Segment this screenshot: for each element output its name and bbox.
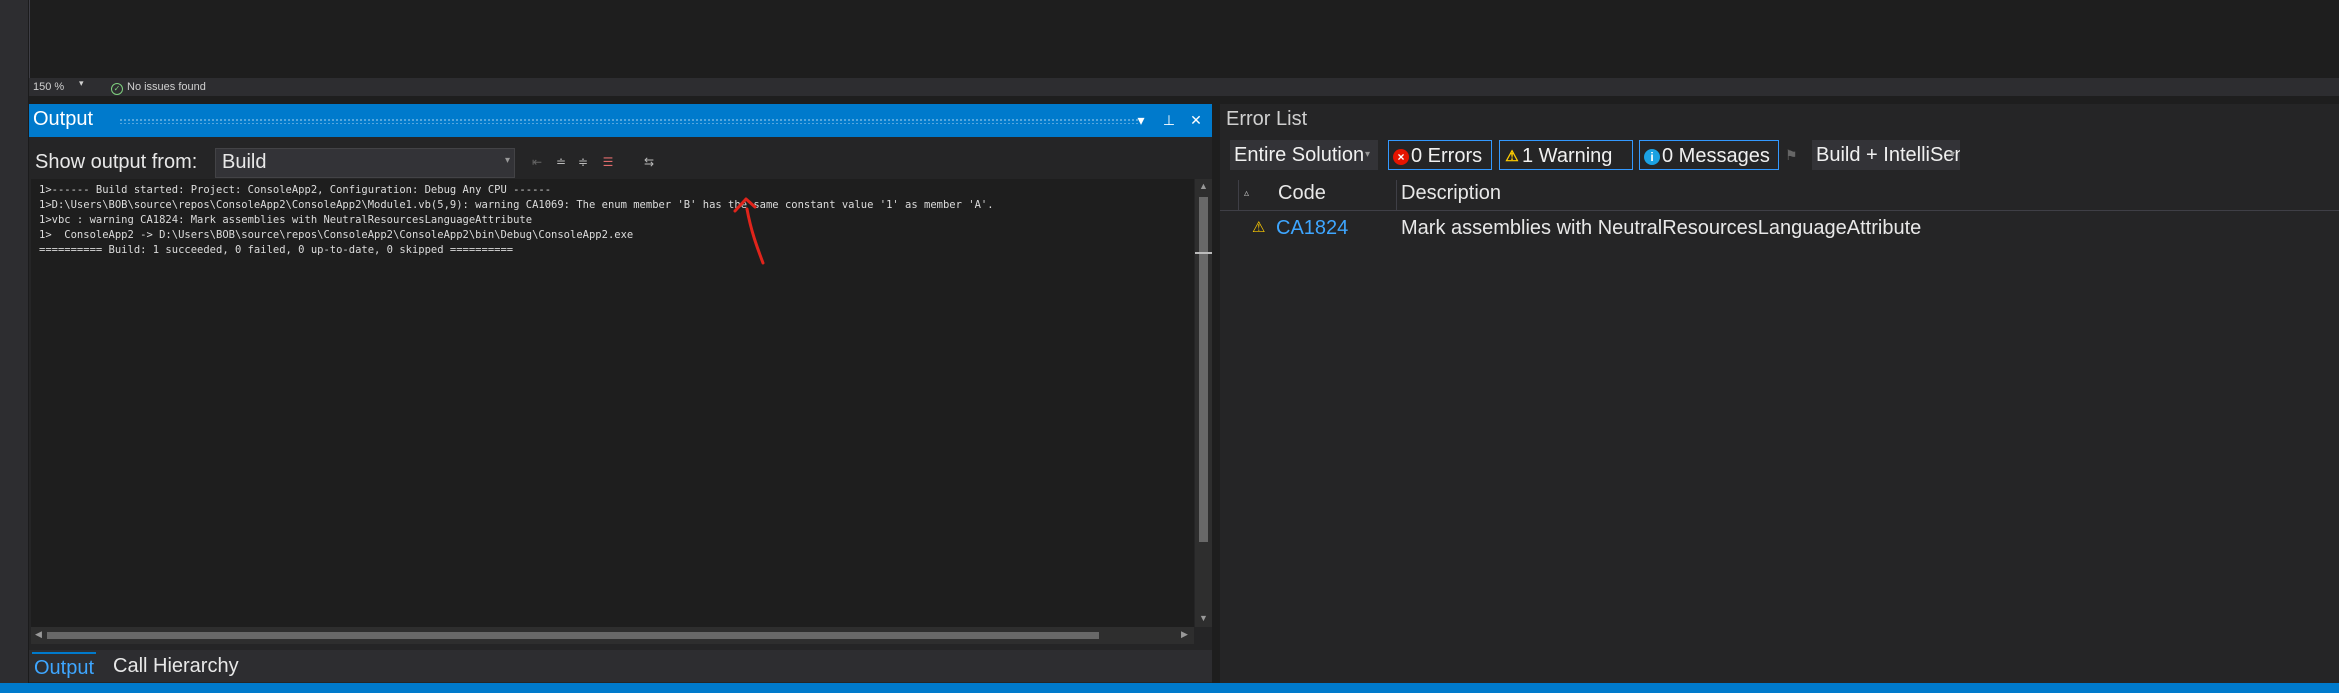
- editor-status-bar: 150 % ▾ ✓ No issues found: [29, 78, 2339, 96]
- zoom-level: 150 %: [33, 81, 65, 93]
- bottom-tab-strip: Output Call Hierarchy: [29, 650, 1212, 682]
- output-line: 1>vbc : warning CA1824: Mark assemblies …: [39, 214, 533, 226]
- error-list-toolbar: Entire Solution ▾ × 0 Errors ⚠ 1 Warning i…: [1220, 139, 2339, 173]
- drag-grip[interactable]: [119, 118, 1139, 124]
- messages-filter-button[interactable]: i0 Messages: [1639, 140, 1779, 170]
- output-toolbar: Show output from: Build ▾ ⇤ ≐ ≑ ☰ ⇆: [29, 137, 1212, 181]
- tab-call-hierarchy[interactable]: Call Hierarchy: [111, 652, 241, 680]
- warning-icon: ⚠: [1252, 219, 1266, 236]
- output-title-bar[interactable]: Output ▾ ⊥ ✕: [29, 104, 1212, 137]
- output-line: 1> ConsoleApp2 -> D:\Users\BOB\source\re…: [39, 229, 634, 241]
- panel-splitter[interactable]: [1212, 104, 1220, 689]
- vertical-scrollbar[interactable]: ▲ ▼: [1195, 179, 1212, 627]
- output-source-value: Build: [222, 151, 267, 173]
- error-list-header: ▵ Code Description: [1220, 180, 2339, 211]
- column-separator[interactable]: [1238, 180, 1239, 210]
- error-list-panel: Error List Entire Solution ▾ × 0 Errors ⚠…: [1220, 104, 2339, 689]
- window-menu-icon[interactable]: ▾: [1131, 109, 1151, 131]
- output-line: ========== Build: 1 succeeded, 0 failed,…: [39, 244, 514, 256]
- error-icon: ×: [1393, 149, 1409, 165]
- warning-icon: ⚠: [1505, 148, 1519, 165]
- scroll-thumb[interactable]: [47, 632, 1099, 639]
- chevron-down-icon: ▾: [1950, 149, 1956, 160]
- output-line: 1>D:\Users\BOB\source\repos\ConsoleApp2\…: [39, 199, 994, 211]
- issues-text: No issues found: [127, 81, 206, 93]
- table-row[interactable]: ⚠ CA1824 Mark assemblies with NeutralRes…: [1220, 215, 2339, 245]
- chevron-down-icon: ▾: [504, 155, 510, 166]
- errors-count: 0 Errors: [1411, 145, 1483, 167]
- scroll-right-icon[interactable]: ▶: [1181, 629, 1188, 640]
- info-icon: i: [1644, 149, 1660, 165]
- chevron-down-icon: ▾: [1365, 149, 1371, 160]
- next-message-icon[interactable]: ≑: [575, 155, 591, 169]
- scope-value: Entire Solution: [1234, 144, 1365, 166]
- errors-filter-button[interactable]: × 0 Errors: [1388, 140, 1492, 170]
- warnings-count: 1 Warning: [1522, 145, 1613, 167]
- scope-dropdown[interactable]: Entire Solution: [1230, 140, 1378, 170]
- show-output-label: Show output from:: [35, 151, 198, 173]
- error-description: Mark assemblies with NeutralResourcesLan…: [1401, 217, 1922, 239]
- error-list-title: Error List: [1226, 108, 1308, 130]
- ide-status-bar: [0, 683, 2339, 693]
- close-icon[interactable]: ✕: [1186, 109, 1206, 131]
- output-text-area[interactable]: 1>------ Build started: Project: Console…: [31, 179, 1194, 627]
- chevron-down-icon[interactable]: ▾: [79, 78, 84, 89]
- column-code[interactable]: Code: [1278, 182, 1326, 205]
- find-message-icon[interactable]: ⇤: [529, 155, 545, 169]
- scroll-thumb[interactable]: [1199, 197, 1208, 542]
- column-description[interactable]: Description: [1401, 182, 1501, 205]
- scroll-left-icon[interactable]: ◀: [35, 629, 42, 640]
- output-source-select[interactable]: Build ▾: [215, 148, 515, 178]
- column-separator[interactable]: [1396, 180, 1397, 210]
- build-filter-value: Build + IntelliSense: [1816, 144, 1960, 166]
- code-editor-area[interactable]: [29, 0, 2339, 78]
- previous-message-icon[interactable]: ≐: [553, 155, 569, 169]
- filter-icon[interactable]: ⚑: [1785, 147, 1798, 164]
- warnings-filter-button[interactable]: ⚠ 1 Warning: [1499, 140, 1633, 170]
- output-line: 1>------ Build started: Project: Console…: [39, 184, 552, 196]
- messages-count: 0 Messages: [1662, 145, 1770, 167]
- sort-ascending-icon[interactable]: ▵: [1244, 188, 1249, 199]
- check-circle-icon: ✓: [111, 83, 123, 95]
- scroll-down-icon[interactable]: ▼: [1199, 613, 1208, 623]
- build-filter-dropdown[interactable]: Build + IntelliSense: [1812, 140, 1960, 170]
- pin-icon[interactable]: ⊥: [1159, 109, 1179, 131]
- tab-output[interactable]: Output: [32, 652, 97, 682]
- output-panel: Output ▾ ⊥ ✕ Show output from: Build ▾ ⇤…: [29, 104, 1212, 689]
- error-code-link[interactable]: CA1824: [1276, 217, 1348, 240]
- scroll-position-marker: [1195, 252, 1212, 254]
- output-title: Output: [33, 108, 94, 130]
- issues-indicator[interactable]: ✓ No issues found: [111, 78, 206, 96]
- horizontal-scrollbar[interactable]: ◀ ▶: [31, 627, 1194, 644]
- word-wrap-icon[interactable]: ⇆: [641, 155, 657, 169]
- scroll-up-icon[interactable]: ▲: [1199, 181, 1208, 191]
- red-arrow-annotation: [733, 197, 765, 265]
- clear-all-icon[interactable]: ☰: [600, 155, 616, 169]
- left-gutter: [0, 0, 29, 693]
- output-log: 1>------ Build started: Project: Console…: [39, 183, 994, 258]
